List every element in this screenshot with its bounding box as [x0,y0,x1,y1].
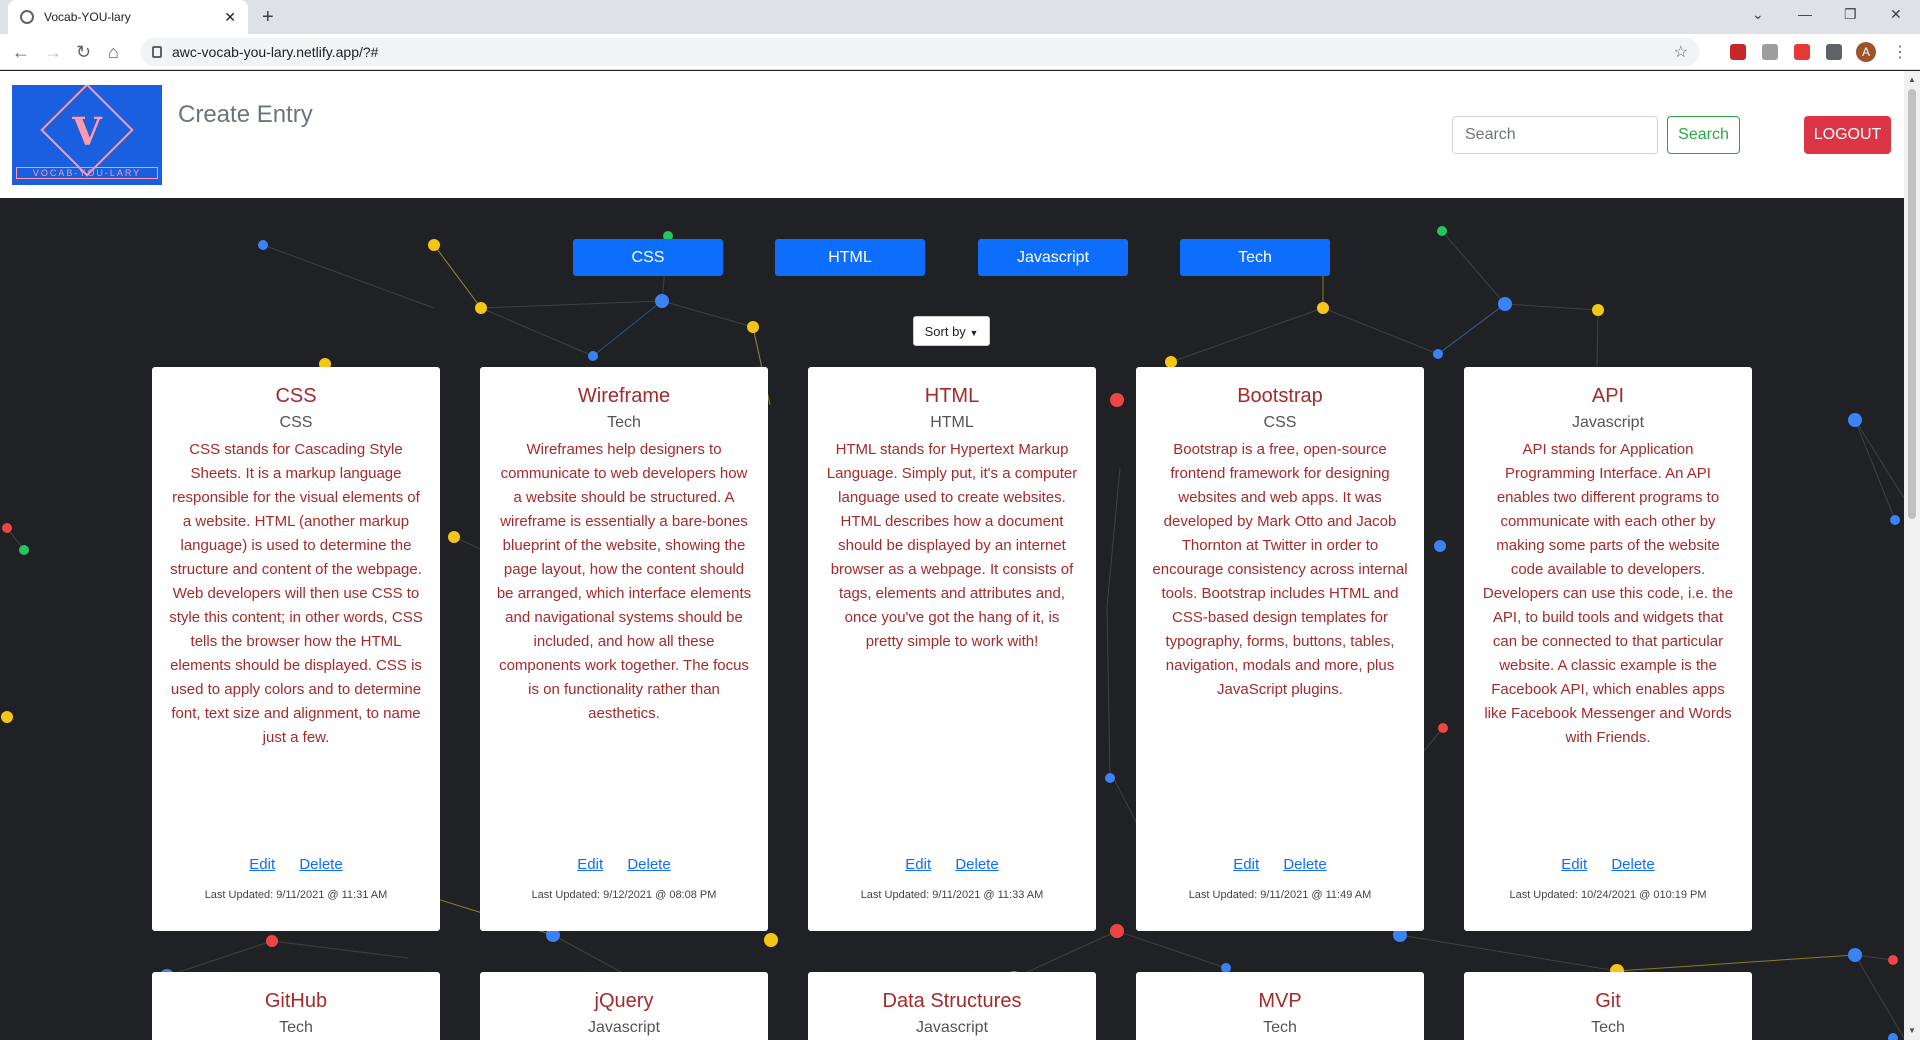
card-title: HTML [924,385,980,407]
card-category: Javascript [587,1019,661,1036]
card-category: Tech [1263,1019,1297,1036]
card-title: MVP [1258,990,1302,1012]
browser-tab-bar: Vocab-YOU-lary ✕ + ⌄ — ❐ ✕ [0,0,1920,34]
edit-link[interactable]: Edit [1561,856,1587,873]
filter-button-css[interactable]: CSS [573,239,723,276]
puzzle-icon[interactable] [1826,44,1842,60]
card-title: jQuery [594,990,654,1012]
vocab-card: HTML HTML HTML stands for Hypertext Mark… [808,367,1096,931]
edit-link[interactable]: Edit [905,856,931,873]
card-title: CSS [275,385,317,407]
card-category: CSS [279,414,313,431]
edit-link[interactable]: Edit [249,856,275,873]
card-title: Git [1595,990,1621,1012]
delete-link[interactable]: Delete [299,856,342,873]
search-button[interactable]: Search [1667,116,1740,154]
vocab-card: Bootstrap CSS Bootstrap is a free, open-… [1136,367,1424,931]
card-title: Wireframe [577,385,671,407]
card-category: Tech [1591,1019,1625,1036]
vocab-card: Git Tech [1464,972,1752,1040]
browser-toolbar: ← → ↻ ⌂ awc-vocab-you-lary.netlify.app/?… [0,34,1920,70]
card-description: HTML stands for Hypertext Markup Languag… [826,441,1078,650]
card-category: Tech [607,414,641,431]
card-description: CSS stands for Cascading Style Sheets. I… [169,441,423,746]
card-actions: Edit Delete [480,856,768,873]
card-category: HTML [930,414,974,431]
app-header: V VOCAB-YOU-LARY Create Entry Search LOG… [0,71,1904,198]
scroll-down-icon[interactable]: ▼ [1908,1026,1916,1035]
home-icon[interactable]: ⌂ [108,42,119,62]
back-icon[interactable]: ← [12,42,30,62]
sort-dropdown[interactable]: Sort by ▼ [913,316,990,346]
address-bar[interactable]: awc-vocab-you-lary.netlify.app/?# ☆ [140,38,1700,66]
url-text: awc-vocab-you-lary.netlify.app/?# [172,44,379,60]
logo[interactable]: V VOCAB-YOU-LARY [12,85,162,185]
tab-title: Vocab-YOU-lary [44,10,131,24]
delete-link[interactable]: Delete [1283,856,1326,873]
card-last-updated: Last Updated: 9/11/2021 @ 11:31 AM [204,889,388,901]
ublock-extension-icon[interactable] [1730,44,1746,60]
card-category: Javascript [1571,414,1645,431]
card-title: Data Structures [882,990,1022,1012]
vocab-card: GitHub Tech [152,972,440,1040]
card-title: Bootstrap [1237,385,1323,407]
extension-icon[interactable] [1762,44,1778,60]
sort-label: Sort by [924,324,966,339]
reload-icon[interactable]: ↻ [76,42,91,62]
logo-tagline: VOCAB-YOU-LARY [16,167,158,179]
logout-button[interactable]: LOGOUT [1804,116,1891,154]
card-category: Javascript [915,1019,989,1036]
restore-icon[interactable]: ❐ [1844,6,1857,23]
close-icon[interactable]: ✕ [224,9,236,26]
window-close-icon[interactable]: ✕ [1890,6,1902,23]
page-scrollbar[interactable]: ▲ ▼ [1904,71,1920,1040]
card-title: API [1591,385,1625,407]
delete-link[interactable]: Delete [1611,856,1654,873]
card-description: Bootstrap is a free, open-source fronten… [1152,441,1408,698]
card-last-updated: Last Updated: 10/24/2021 @ 010:19 PM [1509,889,1707,901]
new-tab-icon[interactable]: + [262,6,274,29]
vocab-card: MVP Tech [1136,972,1424,1040]
edit-link[interactable]: Edit [577,856,603,873]
profile-avatar[interactable]: A [1856,42,1876,62]
scrollbar-thumb[interactable] [1908,89,1916,519]
card-category: CSS [1263,414,1297,431]
vocab-card: CSS CSS CSS stands for Cascading Style S… [152,367,440,931]
bookmark-star-icon[interactable]: ☆ [1674,42,1688,62]
card-actions: Edit Delete [1136,856,1424,873]
browser-tab[interactable]: Vocab-YOU-lary ✕ [8,0,248,34]
menu-kebab-icon[interactable]: ⋮ [1892,42,1908,62]
minimize-icon[interactable]: — [1798,6,1812,22]
filter-button-javascript[interactable]: Javascript [978,239,1128,276]
card-last-updated: Last Updated: 9/12/2021 @ 08:08 PM [531,889,717,901]
card-last-updated: Last Updated: 9/11/2021 @ 11:33 AM [860,889,1044,901]
youtube-extension-icon[interactable] [1794,44,1810,60]
card-last-updated: Last Updated: 9/11/2021 @ 11:49 AM [1188,889,1372,901]
card-actions: Edit Delete [152,856,440,873]
delete-link[interactable]: Delete [627,856,670,873]
card-title: GitHub [264,990,328,1012]
card-actions: Edit Delete [1464,856,1752,873]
card-description: API stands for Application Programming I… [1482,441,1734,746]
tab-search-icon[interactable]: ⌄ [1752,6,1764,23]
vocab-card: Data Structures Javascript [808,972,1096,1040]
scroll-up-icon[interactable]: ▲ [1908,75,1916,84]
forward-icon[interactable]: → [44,42,62,62]
delete-link[interactable]: Delete [955,856,998,873]
vocab-card: Wireframe Tech Wireframes help designers… [480,367,768,931]
caret-down-icon: ▼ [969,328,979,338]
create-entry-link[interactable]: Create Entry [178,101,313,129]
filter-button-html[interactable]: HTML [775,239,925,276]
vocab-card: jQuery Javascript [480,972,768,1040]
card-actions: Edit Delete [808,856,1096,873]
edit-link[interactable]: Edit [1233,856,1259,873]
card-category: Tech [279,1019,313,1036]
lock-icon [152,46,162,58]
globe-icon [20,10,34,24]
card-description: Wireframes help designers to communicate… [496,441,752,722]
filter-button-tech[interactable]: Tech [1180,239,1330,276]
search-input[interactable] [1452,116,1658,154]
vocab-card: API Javascript API stands for Applicatio… [1464,367,1752,931]
logo-letter: V [72,109,102,154]
